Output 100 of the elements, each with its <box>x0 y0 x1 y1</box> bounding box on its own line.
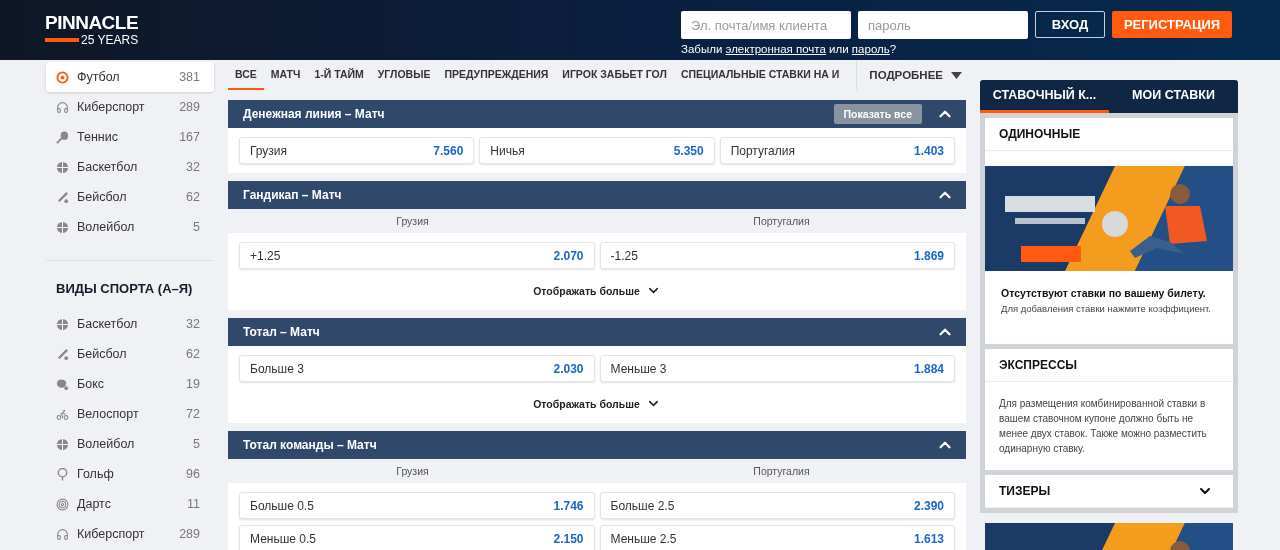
sport-item[interactable]: Бейсбол 62 <box>46 339 214 369</box>
logo[interactable]: PINNACLE 25 YEARS <box>45 13 139 47</box>
odds-button[interactable]: Больше 0.5 1.746 <box>239 492 595 519</box>
card-title: ЭКСПРЕССЫ <box>999 358 1078 372</box>
betslip-tab[interactable]: МОИ СТАВКИ <box>1109 80 1238 113</box>
sport-name: Бейсбол <box>77 190 128 204</box>
odds-button[interactable]: Меньше 0.5 2.150 <box>239 525 595 550</box>
email-link[interactable]: электронная почта <box>725 43 826 55</box>
sport-item[interactable]: Дартс 11 <box>46 489 214 519</box>
empty-hint: Для добавления ставки нажмите коэффициент. <box>1001 303 1212 314</box>
event-count: 5 <box>193 220 200 234</box>
sport-item[interactable]: Гольф 96 <box>46 459 214 489</box>
bike-icon <box>56 407 69 421</box>
login-field[interactable]: Эл. почта/имя клиента <box>681 11 851 39</box>
event-count: 289 <box>179 527 200 541</box>
sport-item[interactable]: Бокс 19 <box>46 369 214 399</box>
event-count: 62 <box>186 347 200 361</box>
odds-button[interactable]: Меньше 2.5 1.613 <box>599 525 955 550</box>
odds-button[interactable]: Меньше 3 1.884 <box>599 355 955 382</box>
column-header: Португалия <box>752 465 811 477</box>
parlay-info: Для размещения комбинированной ставки в вашем ставочном купоне должно быть не менее двух ставок. Также можно разместить одинарную ставку. <box>998 397 1208 456</box>
password-field[interactable]: пароль <box>858 11 1028 39</box>
triangle-down-icon[interactable] <box>951 71 962 79</box>
racket-icon <box>56 130 69 144</box>
market-tab[interactable]: УГЛОВЫЕ <box>370 60 438 90</box>
sport-name: Дартс <box>77 497 112 511</box>
sport-name: Гольф <box>77 467 115 481</box>
sport-name: Волейбол <box>77 437 136 451</box>
market-title: Гандикап – Матч <box>243 188 343 202</box>
more-tab[interactable]: ПОДРОБНЕЕ <box>856 60 966 90</box>
sport-item[interactable]: Баскетбол 32 <box>46 152 214 182</box>
login-button[interactable]: ВХОД <box>1035 11 1105 38</box>
ball-icon <box>56 437 69 451</box>
sport-name: Велоспорт <box>77 407 140 421</box>
odds-button[interactable]: Больше 2.5 2.390 <box>599 492 955 519</box>
ball-icon <box>56 160 69 174</box>
headphones-icon <box>56 100 69 114</box>
sport-item[interactable]: Волейбол 5 <box>46 429 214 459</box>
odds-button[interactable]: Больше 3 2.030 <box>239 355 595 382</box>
sport-name: Баскетбол <box>77 160 139 174</box>
market-title: Денежная линия – Матч <box>243 107 386 121</box>
sport-name: Киберспорт <box>77 100 146 114</box>
forgot-credentials-text: Забыли электронная почта или пароль? <box>681 43 898 55</box>
odds-button[interactable]: Португалия 1.403 <box>719 137 955 164</box>
market-tab[interactable]: 1-Й ТАЙМ <box>307 60 371 90</box>
section-title: ВИДЫ СПОРТА (А–Я) <box>55 280 194 298</box>
column-header: Грузия <box>395 215 430 227</box>
event-count: 5 <box>193 437 200 451</box>
show-more-button[interactable]: Отображать больше <box>533 388 661 414</box>
show-more-button[interactable]: Отображать больше <box>533 275 661 301</box>
glove-icon <box>56 377 69 391</box>
market-tab[interactable]: МАТЧ <box>263 60 308 90</box>
sport-item[interactable]: Волейбол 5 <box>46 212 214 242</box>
odds-button[interactable]: Грузия 7.560 <box>239 137 475 164</box>
market-header[interactable]: Гандикап – Матч <box>228 181 966 209</box>
ball-icon <box>56 220 69 234</box>
target-icon <box>56 497 69 511</box>
odds-button[interactable]: +1.25 2.070 <box>239 242 595 269</box>
odds-button[interactable]: Ничья 5.350 <box>479 137 715 164</box>
ball-icon <box>56 317 69 331</box>
ball-icon <box>56 70 69 84</box>
sport-item[interactable]: Киберспорт 289 <box>46 92 214 122</box>
market-header[interactable]: Денежная линия – Матч Показать все <box>228 100 966 128</box>
market-header[interactable]: Тотал команды – Матч <box>228 431 966 459</box>
sport-name: Баскетбол <box>77 317 139 331</box>
sport-item[interactable]: Бейсбол 62 <box>46 182 214 212</box>
sport-name: Волейбол <box>77 220 136 234</box>
column-header: Португалия <box>752 215 811 227</box>
event-count: 32 <box>186 317 200 331</box>
market-tab[interactable]: СПЕЦИАЛЬНЫЕ СТАВКИ НА И <box>673 60 847 90</box>
event-count: 381 <box>179 70 200 84</box>
sport-item[interactable]: Теннис 167 <box>46 122 214 152</box>
market-header[interactable]: Тотал – Матч <box>228 318 966 346</box>
market-title: Тотал – Матч <box>243 325 321 339</box>
event-count: 19 <box>186 377 200 391</box>
sport-item[interactable]: Велоспорт 72 <box>46 399 214 429</box>
golf-ball-icon <box>56 467 69 481</box>
card-title: ОДИНОЧНЫЕ <box>999 127 1081 141</box>
column-header: Грузия <box>395 465 430 477</box>
sport-item[interactable]: Баскетбол 32 <box>46 309 214 339</box>
password-link[interactable]: пароль <box>851 43 890 55</box>
odds-button[interactable]: -1.25 1.869 <box>599 242 955 269</box>
market-title: Тотал команды – Матч <box>243 438 378 452</box>
event-count: 11 <box>187 497 200 511</box>
empty-title: Отсутствуют ставки по вашему билету. <box>1001 287 1207 299</box>
bat-icon <box>56 347 69 361</box>
sport-item[interactable]: Футбол 381 <box>46 62 214 92</box>
sport-name: Футбол <box>77 70 121 84</box>
event-count: 167 <box>179 130 200 144</box>
event-count: 96 <box>186 467 200 481</box>
market-tab[interactable]: ВСЕ <box>228 60 264 90</box>
sport-item[interactable]: Киберспорт 289 <box>46 519 214 549</box>
event-count: 72 <box>186 407 200 421</box>
card-title: ТИЗЕРЫ <box>999 484 1051 498</box>
market-tab[interactable]: ИГРОК ЗАБЬЕТ ГОЛ <box>555 60 674 90</box>
market-tab[interactable]: ПРЕДУПРЕЖДЕНИЯ <box>437 60 556 90</box>
sport-name: Теннис <box>77 130 119 144</box>
event-count: 62 <box>186 190 200 204</box>
event-count: 289 <box>179 100 200 114</box>
headphones-icon <box>56 527 69 541</box>
